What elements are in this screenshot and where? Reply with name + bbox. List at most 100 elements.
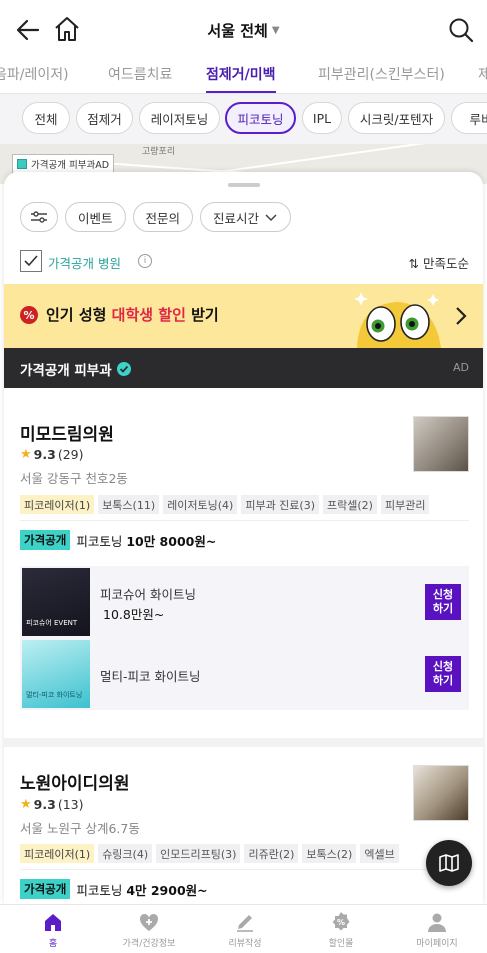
clinic-address: 서울 노원구 상계6.7동 <box>20 821 140 836</box>
treatment-tag: 피코레이저(1) <box>20 844 95 863</box>
tab-acne[interactable]: 여드름치료 <box>108 64 172 93</box>
event-name: 멀티-피코 화이트닝 <box>100 669 201 684</box>
ad-section-header: 가격공개 피부과 AD <box>4 348 483 388</box>
promo-prefix: 인기 성형 <box>46 306 112 324</box>
sort-selector[interactable]: ⇅ 만족도순 <box>409 253 469 272</box>
discount-icon: % <box>332 912 350 931</box>
legend-swatch-icon <box>17 159 27 169</box>
heart-plus-icon <box>139 913 159 931</box>
chip-secret-potenza[interactable]: 시크릿/포텐자 <box>348 102 445 134</box>
treatment-tag: 슈링크(4) <box>98 844 153 863</box>
event-image: 멀티-피코 화이트닝 <box>22 640 90 708</box>
person-icon <box>428 913 446 932</box>
map-icon <box>439 854 459 872</box>
region-selector[interactable]: 서울 전체 ▼ <box>207 20 279 41</box>
star-icon: ★ <box>20 797 32 812</box>
sliders-icon <box>31 211 47 223</box>
event-filter-button[interactable]: 이벤트 <box>65 202 126 232</box>
option-row: 가격공개 병원 i ⇅ 만족도순 <box>20 250 469 274</box>
treatment-tag: 레이저토닝(4) <box>163 495 238 514</box>
home-icon[interactable] <box>52 14 82 44</box>
treatment-tag: 리쥬란(2) <box>244 844 299 863</box>
apply-button[interactable]: 신청 하기 <box>425 584 461 620</box>
nav-discount-mall[interactable]: % 할인몰 <box>296 911 386 953</box>
search-icon[interactable] <box>447 16 475 44</box>
treatment-tag: 보톡스(11) <box>98 495 160 514</box>
nav-price-health[interactable]: 가격/건강정보 <box>104 911 194 953</box>
chevron-down-icon <box>265 214 277 222</box>
event-name: 피코슈어 화이트닝 <box>100 587 196 602</box>
treatment-tag: 보톡스(2) <box>302 844 357 863</box>
apply-button[interactable]: 신청 하기 <box>425 656 461 692</box>
price-treatment: 피코토닝 <box>76 533 127 549</box>
price-info: 가격공개 피코토닝 10만 8000원~ <box>20 530 216 550</box>
treatment-tags: 피코레이저(1) 슈링크(4) 인모드리프팅(3) 리쥬란(2) 보톡스(2) 엑셀브 <box>20 843 470 863</box>
nav-home-label: 홈 <box>48 939 58 949</box>
price-open-checkbox[interactable] <box>20 250 42 272</box>
clinic-card[interactable]: 미모드림의원 ★ 9.3 (29) 서울 강동구 천호2동 피코레이저(1) 보톡… <box>4 388 483 738</box>
rating-value: 9.3 <box>33 797 56 812</box>
clinic-name: 미모드림의원 <box>20 425 114 445</box>
subcategory-chips: 전체 점제거 레이저토닝 피코토닝 IPL 시크릿/포텐자 루비 <box>0 94 487 144</box>
rating-value: 9.3 <box>33 447 56 462</box>
chip-pico-toning[interactable]: 피코토닝 <box>225 102 296 134</box>
check-icon <box>24 255 38 267</box>
nav-home[interactable]: 홈 <box>8 911 98 953</box>
clinic-card[interactable]: 노원아이디의원 ★ 9.3 (13) 서울 노원구 상계6.7동 피코레이저(1… <box>4 747 483 904</box>
back-arrow-icon[interactable] <box>14 16 42 44</box>
chip-laser-toning[interactable]: 레이저토닝 <box>139 102 220 134</box>
category-tabs: 음파/레이저) 여드름치료 점제거/미백 피부관리(스킨부스터) 제 <box>0 60 487 94</box>
tab-more[interactable]: 제 <box>478 64 487 93</box>
ad-section-title-text: 가격공개 피부과 <box>20 363 112 379</box>
sort-arrows-icon: ⇅ <box>408 256 419 271</box>
treatment-tag: 인모드리프팅(3) <box>156 844 241 863</box>
verified-badge-icon <box>116 362 131 376</box>
chip-all[interactable]: 전체 <box>22 102 70 134</box>
chip-ruby[interactable]: 루비 <box>451 102 487 134</box>
mascot-icon <box>354 292 441 348</box>
promo-text: 인기 성형 대학생 할인 받기 <box>46 304 219 325</box>
price-open-badge: 가격공개 <box>20 530 71 550</box>
ad-label: AD <box>453 361 469 374</box>
review-count: (29) <box>57 447 84 462</box>
sheet-grabber[interactable] <box>228 183 260 187</box>
promo-suffix: 받기 <box>185 306 219 324</box>
specialist-filter-button[interactable]: 전문의 <box>132 202 194 232</box>
filter-bar: 이벤트 전문의 진료시간 <box>20 202 292 234</box>
clinic-photo <box>413 765 469 821</box>
price-treatment: 피코토닝 <box>76 882 127 898</box>
event-item[interactable]: 피코슈어 EVENT 피코슈어 화이트닝 10.8만원~ 신청 하기 <box>20 566 469 638</box>
nav-discount-mall-label: 할인몰 <box>328 939 354 949</box>
results-sheet: 이벤트 전문의 진료시간 가격공개 병원 i ⇅ 만족도순 % 인기 성형 대학… <box>4 172 483 904</box>
promo-highlight: 대학생 할인 <box>111 306 186 324</box>
hours-filter-label: 진료시간 <box>213 210 260 226</box>
nav-price-health-label: 가격/건강정보 <box>122 939 176 949</box>
treatment-tags: 피코레이저(1) 보톡스(11) 레이저토닝(4) 피부과 진료(3) 프락셀(2) 피부… <box>20 494 470 514</box>
hours-filter-button[interactable]: 진료시간 <box>200 202 292 232</box>
clinic-rating: ★ 9.3 (29) <box>20 447 83 462</box>
map-toggle-button[interactable] <box>426 840 472 886</box>
treatment-tag: 피부관리 <box>380 495 430 514</box>
nav-write-review-label: 리뷰작성 <box>228 939 262 949</box>
tab-skin-care[interactable]: 피부관리(스킨부스터) <box>318 64 445 93</box>
chip-ipl[interactable]: IPL <box>302 102 342 134</box>
price-open-label[interactable]: 가격공개 병원 <box>48 253 121 272</box>
chip-mole-removal[interactable]: 점제거 <box>76 102 133 134</box>
promo-banner[interactable]: % 인기 성형 대학생 할인 받기 <box>4 284 483 348</box>
nav-write-review[interactable]: 리뷰작성 <box>200 911 290 953</box>
nav-my-page[interactable]: 마이페이지 <box>392 911 482 953</box>
treatment-tag: 프락셀(2) <box>323 495 377 514</box>
info-icon[interactable]: i <box>138 254 152 268</box>
region-title: 서울 전체 <box>207 21 268 40</box>
tab-spot-whitening[interactable]: 점제거/미백 <box>206 64 276 93</box>
event-image: 피코슈어 EVENT <box>22 568 90 636</box>
caret-down-icon: ▼ <box>271 24 280 36</box>
ad-section-title: 가격공개 피부과 <box>20 359 132 379</box>
event-item[interactable]: 멀티-피코 화이트닝 멀티-피코 화이트닝 신청 하기 <box>20 638 469 710</box>
map-place-label: 고량포리 <box>142 147 176 157</box>
map-legend: 가격공개 피부과AD <box>12 154 115 174</box>
price-open-badge: 가격공개 <box>20 879 71 899</box>
filter-settings-button[interactable] <box>20 202 58 232</box>
tab-laser[interactable]: 음파/레이저) <box>0 64 69 93</box>
svg-text:%: % <box>337 918 345 927</box>
